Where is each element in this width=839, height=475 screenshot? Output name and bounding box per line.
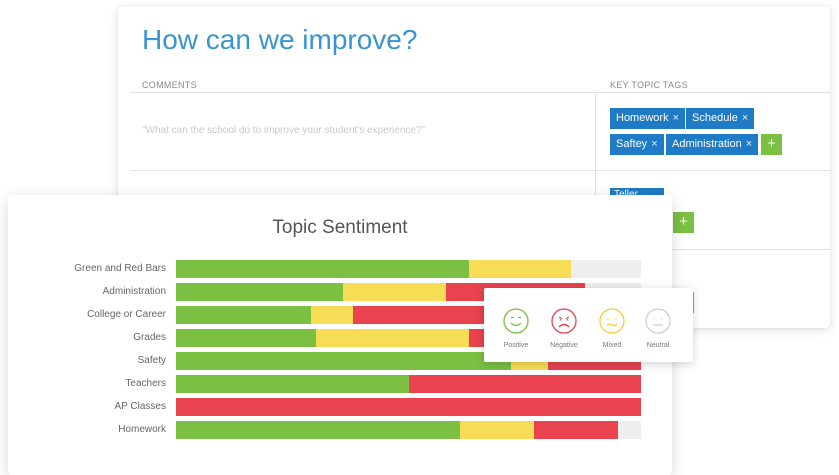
page-title: How can we improve? — [142, 24, 418, 55]
tag-label: Schedule — [692, 112, 738, 124]
bar-segment-mixed — [343, 283, 446, 301]
add-tag-button[interactable]: + — [761, 134, 782, 155]
confused-face-icon — [599, 308, 625, 334]
sentiment-legend: Positive Negative Mixed Neutral — [484, 288, 693, 362]
bar-segment-positive — [176, 421, 460, 439]
bar-segment-neutral — [571, 260, 641, 278]
bar-segment-positive — [176, 283, 344, 301]
sad-face-icon — [551, 308, 577, 334]
happy-face-icon — [503, 308, 529, 334]
legend-label-mixed: Mixed — [602, 342, 622, 349]
bar-segment-positive — [176, 306, 311, 324]
remove-tag-icon[interactable]: × — [746, 138, 752, 150]
tag-label: Administration — [672, 138, 742, 150]
row-label: Grades — [133, 332, 166, 343]
row-label: Homework — [118, 424, 166, 435]
tag-schedule[interactable]: Schedule × — [686, 108, 755, 129]
remove-tag-icon[interactable]: × — [651, 138, 657, 150]
divider — [130, 92, 830, 93]
bar-segment-mixed — [315, 329, 469, 347]
bar-segment-positive — [176, 329, 316, 347]
bar-segment-positive — [176, 260, 469, 278]
row-label: College or Career — [87, 309, 166, 320]
legend-label-neutral: Neutral — [646, 342, 670, 349]
neutral-face-icon — [645, 308, 671, 334]
bar-segment-positive — [176, 352, 511, 370]
bar-segment-negative — [408, 375, 641, 393]
row-label: Safety — [137, 355, 166, 366]
row-label: AP Classes — [114, 401, 166, 412]
bar-segment-negative — [534, 421, 618, 439]
remove-tag-icon[interactable]: × — [742, 112, 748, 124]
bar-segment-mixed — [468, 260, 572, 278]
legend-label-negative: Negative — [550, 342, 578, 349]
comments-header: COMMENTS — [142, 80, 197, 90]
tag-label: Saftey — [616, 138, 648, 150]
row-label: Administration — [102, 286, 166, 297]
key-topic-tags-header: KEY TOPIC TAGS — [610, 80, 688, 90]
chart-title: Topic Sentiment — [272, 217, 408, 238]
remove-tag-icon[interactable]: × — [673, 112, 679, 124]
row-label: Green and Red Bars — [74, 263, 166, 274]
bar-segment-neutral — [617, 421, 641, 439]
divider — [130, 170, 830, 171]
bar-segment-mixed — [459, 421, 535, 439]
bar-segment-mixed — [310, 306, 353, 324]
tag-administration[interactable]: Administration × — [666, 134, 759, 155]
row-label: Teachers — [125, 378, 166, 389]
tag-label: Homework — [616, 112, 669, 124]
tag-saftey[interactable]: Saftey × — [610, 134, 664, 155]
add-tag-button[interactable]: + — [673, 212, 694, 233]
bar-segment-positive — [176, 375, 409, 393]
tag-homework[interactable]: Homework × — [610, 108, 686, 129]
legend-label-positive: Positive — [503, 342, 529, 349]
comment-input[interactable]: "What can the school do to improve your … — [142, 125, 425, 136]
bar-segment-negative — [176, 398, 641, 416]
